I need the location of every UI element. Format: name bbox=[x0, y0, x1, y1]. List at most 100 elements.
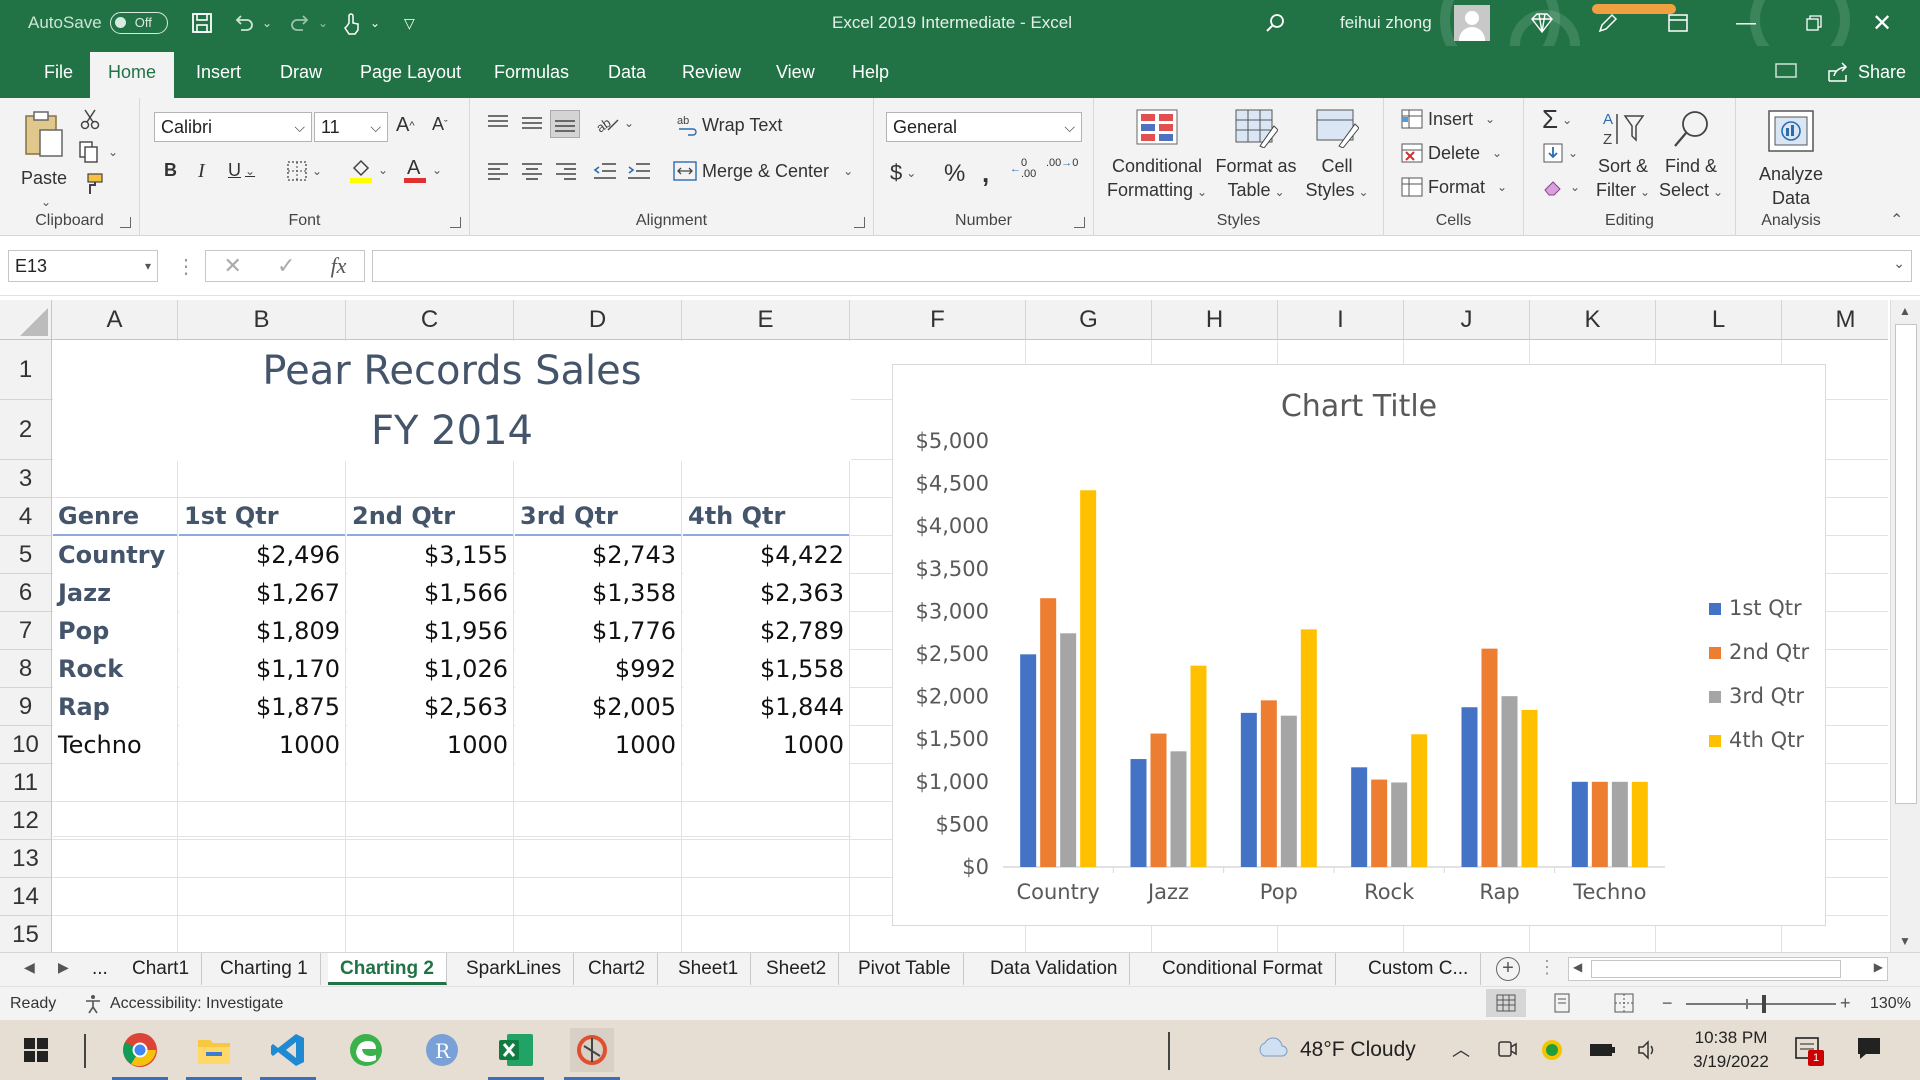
sheet-tab-conditional-format[interactable]: Conditional Format bbox=[1150, 953, 1336, 985]
zoom-slider[interactable] bbox=[1686, 995, 1836, 1013]
sheet-tab-chart2[interactable]: Chart2 bbox=[576, 953, 659, 985]
vscode-icon[interactable] bbox=[266, 1028, 310, 1072]
chart-area[interactable]: Chart Title $0 $500 $1,000 $1,500 $2,000 $2,5… bbox=[892, 364, 1826, 926]
bar-1st-qtr-rock[interactable] bbox=[1351, 767, 1368, 867]
header-cell[interactable]: 4th Qtr bbox=[683, 498, 849, 536]
page-layout-view-icon[interactable] bbox=[1552, 993, 1572, 1018]
bold-icon[interactable]: B bbox=[164, 160, 177, 181]
column-header-g[interactable]: G bbox=[1026, 300, 1152, 340]
number-launcher-icon[interactable] bbox=[1074, 217, 1085, 228]
snipping-tool-icon[interactable] bbox=[570, 1028, 614, 1072]
cell-styles-button[interactable]: Cell Styles ⌄ bbox=[1302, 108, 1372, 204]
tab-insert[interactable]: Insert bbox=[178, 46, 259, 98]
bar-3rd-qtr-country[interactable] bbox=[1060, 633, 1077, 867]
bar-4th-qtr-techno[interactable] bbox=[1631, 781, 1648, 867]
bar-4th-qtr-rock[interactable] bbox=[1411, 734, 1428, 867]
shrink-font-icon[interactable]: Aˇ bbox=[432, 114, 448, 135]
action-center-icon[interactable] bbox=[1856, 1036, 1882, 1067]
insert-function-icon[interactable]: fx bbox=[331, 253, 347, 279]
vertical-scrollbar[interactable]: ▲ ▼ bbox=[1890, 300, 1920, 952]
paste-button[interactable]: Paste ⌄ bbox=[16, 108, 72, 214]
row-header-13[interactable]: 13 bbox=[0, 840, 52, 878]
bar-3rd-qtr-techno[interactable] bbox=[1611, 781, 1628, 867]
value-cell[interactable]: 1000 bbox=[515, 726, 681, 764]
show-hidden-icons-icon[interactable]: ︿ bbox=[1452, 1036, 1470, 1062]
sheet-tab-sheet2[interactable]: Sheet2 bbox=[754, 953, 840, 985]
underline-icon[interactable]: U ⌄ bbox=[228, 160, 255, 181]
column-header-m[interactable]: M bbox=[1782, 300, 1888, 340]
prev-sheet-icon[interactable]: ◀ bbox=[24, 959, 35, 976]
chrome-icon[interactable] bbox=[118, 1028, 162, 1072]
percent-icon[interactable]: % bbox=[944, 160, 965, 188]
value-cell[interactable]: $1,026 bbox=[347, 650, 513, 688]
weather-icon[interactable] bbox=[1256, 1034, 1290, 1065]
select-all-corner[interactable] bbox=[0, 300, 52, 340]
bar-1st-qtr-country[interactable] bbox=[1020, 654, 1037, 867]
number-format-select[interactable]: General ⌵ bbox=[886, 112, 1082, 142]
sheet-tab-charting-2[interactable]: Charting 2 bbox=[328, 953, 447, 985]
minimize-icon[interactable]: — bbox=[1736, 0, 1756, 46]
cut-icon[interactable] bbox=[80, 108, 100, 130]
value-cell[interactable]: 1000 bbox=[347, 726, 513, 764]
column-header-d[interactable]: D bbox=[514, 300, 682, 340]
worksheet-grid[interactable]: ABCDEFGHIJKLM 1 2 3 4 5 6 7 8 9 10 11 12 13 14 15 Pear… bbox=[0, 300, 1888, 952]
value-cell[interactable]: $1,776 bbox=[515, 612, 681, 650]
format-cells-button[interactable]: Format ⌄ bbox=[1400, 176, 1507, 198]
tab-file[interactable]: File bbox=[26, 46, 91, 98]
insert-cells-button[interactable]: Insert ⌄ bbox=[1400, 108, 1495, 130]
volume-icon[interactable] bbox=[1636, 1038, 1660, 1067]
weather-text[interactable]: 48°F Cloudy bbox=[1300, 1038, 1416, 1062]
sheet-tab-chart1[interactable]: Chart1 bbox=[120, 953, 203, 985]
paste-dropdown-icon[interactable]: ⌄ bbox=[20, 190, 72, 214]
genre-cell[interactable]: Jazz bbox=[53, 574, 177, 612]
user-avatar[interactable] bbox=[1454, 0, 1490, 46]
fill-icon[interactable]: ⌄ bbox=[1542, 142, 1578, 164]
row-header-4[interactable]: 4 bbox=[0, 498, 52, 536]
column-header-k[interactable]: K bbox=[1530, 300, 1656, 340]
autosum-icon[interactable]: Σ ⌄ bbox=[1542, 104, 1572, 135]
restore-icon[interactable] bbox=[1800, 0, 1828, 46]
value-cell[interactable]: $4,422 bbox=[683, 536, 849, 574]
row-header-3[interactable]: 3 bbox=[0, 460, 52, 498]
find-select-button[interactable]: Find & Select ⌄ bbox=[1658, 108, 1724, 204]
close-icon[interactable]: ✕ bbox=[1872, 0, 1892, 46]
tab-formulas[interactable]: Formulas bbox=[476, 46, 587, 98]
value-cell[interactable]: $992 bbox=[515, 650, 681, 688]
row-header-2[interactable]: 2 bbox=[0, 400, 52, 460]
genre-cell[interactable]: Rap bbox=[53, 688, 177, 726]
undo-dropdown-icon[interactable]: ⌄ bbox=[262, 0, 272, 46]
file-explorer-icon[interactable] bbox=[192, 1028, 236, 1072]
bar-2nd-qtr-rap[interactable] bbox=[1481, 648, 1498, 867]
comments-icon[interactable] bbox=[1772, 58, 1800, 86]
bar-3rd-qtr-rock[interactable] bbox=[1391, 782, 1408, 867]
bar-1st-qtr-rap[interactable] bbox=[1461, 707, 1478, 867]
format-painter-icon[interactable] bbox=[80, 172, 104, 196]
value-cell[interactable]: $2,005 bbox=[515, 688, 681, 726]
value-cell[interactable]: $1,267 bbox=[179, 574, 345, 612]
ribbon-display-icon[interactable] bbox=[1664, 0, 1692, 46]
value-cell[interactable]: $1,358 bbox=[515, 574, 681, 612]
cancel-entry-icon[interactable]: ✕ bbox=[224, 253, 242, 279]
row-header-6[interactable]: 6 bbox=[0, 574, 52, 612]
orientation-icon[interactable]: ab ⌄ bbox=[594, 112, 634, 134]
row-header-15[interactable]: 15 bbox=[0, 916, 52, 952]
value-cell[interactable]: $2,563 bbox=[347, 688, 513, 726]
legend-swatch[interactable] bbox=[1709, 603, 1721, 615]
genre-cell[interactable]: Rock bbox=[53, 650, 177, 688]
currency-icon[interactable]: $ ⌄ bbox=[890, 160, 916, 186]
edge-icon[interactable] bbox=[344, 1028, 388, 1072]
vertical-scroll-thumb[interactable] bbox=[1895, 324, 1917, 804]
zoom-slider-thumb[interactable] bbox=[1762, 995, 1766, 1013]
horizontal-scroll-thumb[interactable] bbox=[1591, 960, 1841, 978]
bar-1st-qtr-techno[interactable] bbox=[1571, 781, 1588, 867]
header-cell[interactable]: 1st Qtr bbox=[179, 498, 345, 536]
delete-cells-button[interactable]: Delete ⌄ bbox=[1400, 142, 1502, 164]
confirm-entry-icon[interactable]: ✓ bbox=[277, 253, 295, 279]
more-options-icon[interactable]: ⋮ bbox=[1538, 957, 1556, 978]
autosave-toggle[interactable]: Off bbox=[109, 12, 168, 34]
value-cell[interactable]: $1,566 bbox=[347, 574, 513, 612]
expand-formula-icon[interactable]: ⌄ bbox=[1893, 255, 1905, 272]
customize-qat-icon[interactable]: ▽ bbox=[404, 0, 415, 46]
header-cell[interactable]: Genre bbox=[53, 498, 177, 536]
autosave-control[interactable]: AutoSave Off bbox=[28, 0, 168, 46]
